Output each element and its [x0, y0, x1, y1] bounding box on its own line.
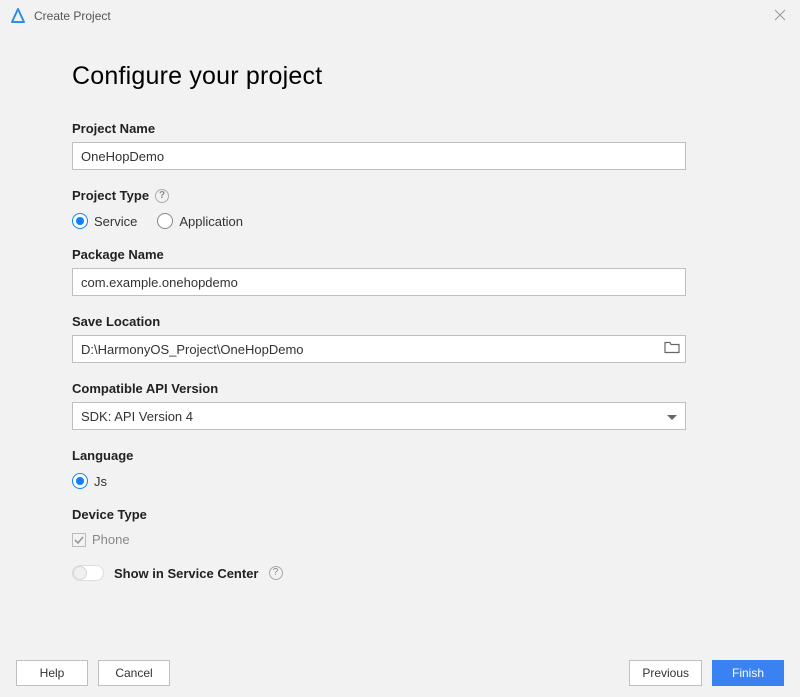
cancel-button[interactable]: Cancel — [98, 660, 170, 686]
save-location-field: Save Location — [72, 314, 728, 363]
project-type-label: Project Type ? — [72, 188, 728, 203]
api-version-label: Compatible API Version — [72, 381, 728, 396]
chevron-down-icon — [667, 409, 677, 424]
toggle-label: Show in Service Center — [114, 566, 259, 581]
show-service-center-row: Show in Service Center ? — [72, 565, 728, 581]
dropdown-value: SDK: API Version 4 — [81, 409, 193, 424]
api-version-dropdown[interactable]: SDK: API Version 4 — [72, 402, 686, 430]
folder-icon[interactable] — [664, 341, 680, 358]
language-label: Language — [72, 448, 728, 463]
page-title: Configure your project — [72, 62, 728, 91]
previous-button[interactable]: Previous — [629, 660, 702, 686]
package-name-input[interactable] — [72, 268, 686, 296]
package-name-label: Package Name — [72, 247, 728, 262]
device-type-field: Device Type Phone — [72, 507, 728, 547]
radio-service[interactable]: Service — [72, 213, 137, 229]
radio-js[interactable]: Js — [72, 473, 107, 489]
package-name-field: Package Name — [72, 247, 728, 296]
close-icon[interactable] — [770, 8, 790, 24]
finish-button[interactable]: Finish — [712, 660, 784, 686]
save-location-label: Save Location — [72, 314, 728, 329]
api-version-field: Compatible API Version SDK: API Version … — [72, 381, 728, 430]
radio-icon — [72, 213, 88, 229]
radio-application[interactable]: Application — [157, 213, 243, 229]
radio-icon — [157, 213, 173, 229]
help-icon[interactable]: ? — [269, 566, 283, 580]
save-location-input[interactable] — [72, 335, 686, 363]
help-button[interactable]: Help — [16, 660, 88, 686]
footer: Help Cancel Previous Finish — [0, 649, 800, 697]
radio-icon — [72, 473, 88, 489]
project-name-label: Project Name — [72, 121, 728, 136]
project-name-input[interactable] — [72, 142, 686, 170]
project-name-field: Project Name — [72, 121, 728, 170]
language-field: Language Js — [72, 448, 728, 489]
project-type-field: Project Type ? Service Application — [72, 188, 728, 229]
help-icon[interactable]: ? — [155, 189, 169, 203]
device-type-label: Device Type — [72, 507, 728, 522]
titlebar: Create Project — [0, 0, 800, 32]
window-title: Create Project — [34, 9, 770, 23]
checkbox-phone — [72, 533, 86, 547]
content-area: Configure your project Project Name Proj… — [0, 32, 800, 591]
checkbox-label: Phone — [92, 532, 130, 547]
app-icon — [10, 8, 26, 24]
toggle-service-center[interactable] — [72, 565, 104, 581]
